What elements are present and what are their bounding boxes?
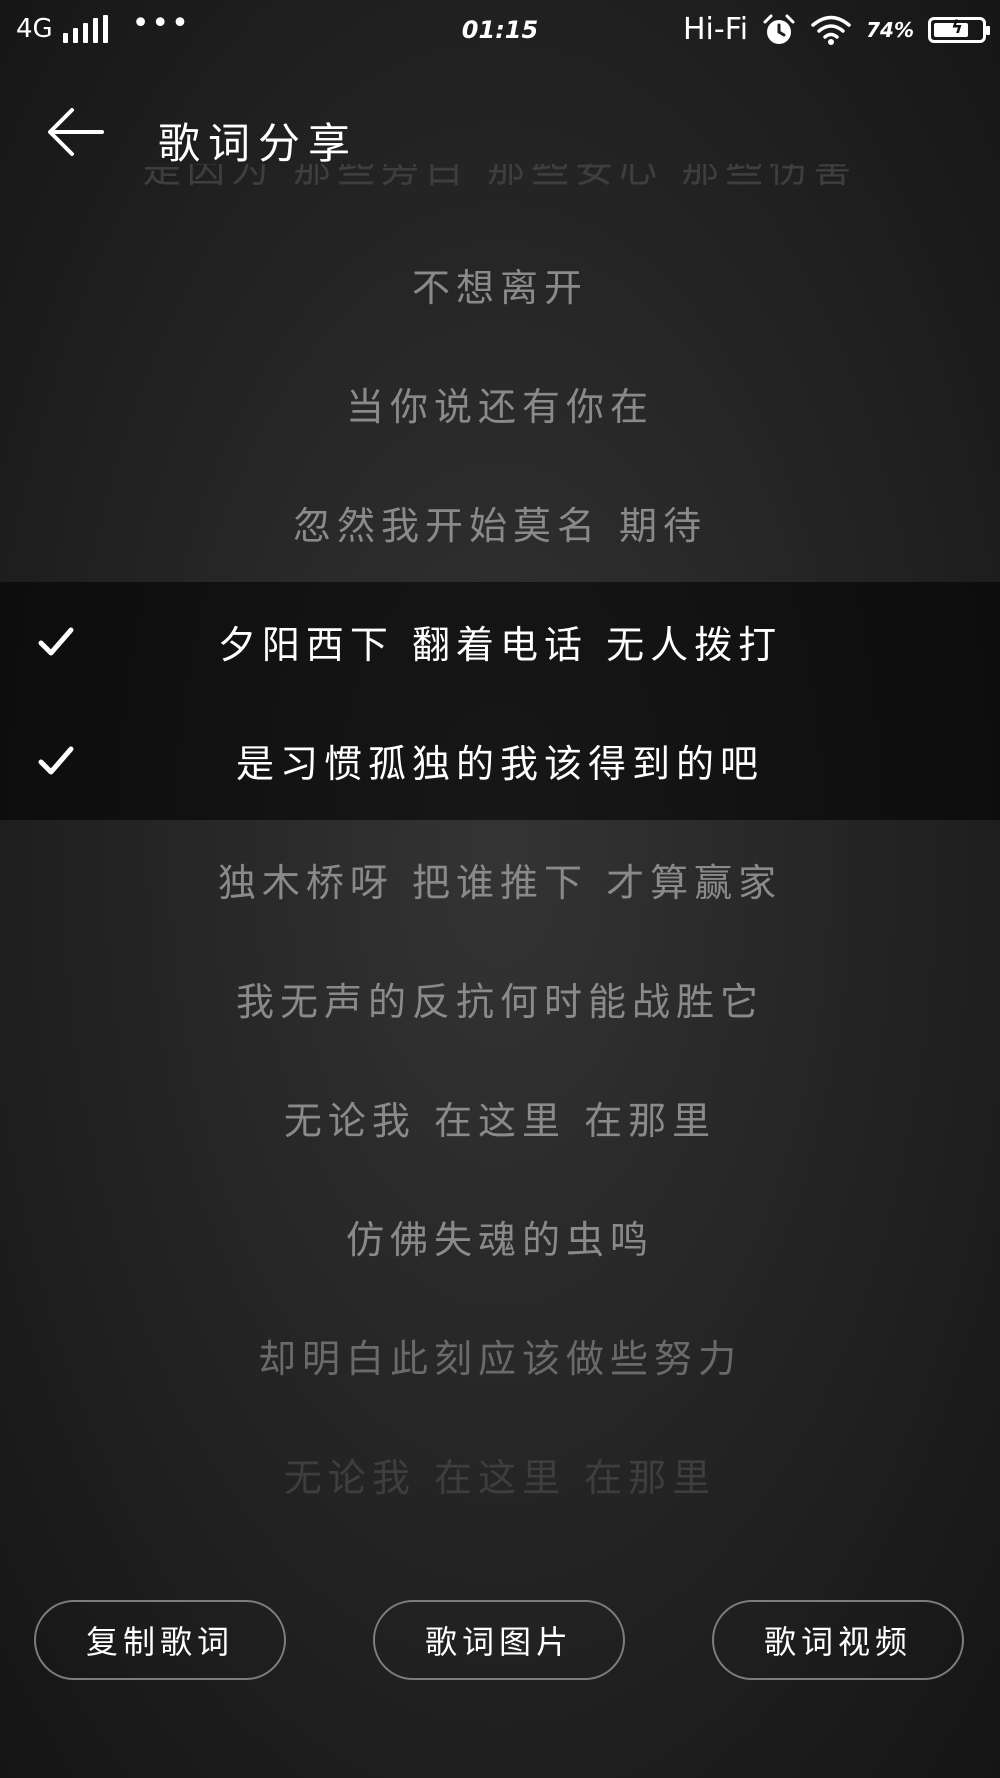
battery-percent: 74%	[866, 17, 914, 42]
lyric-line[interactable]: 却明白此刻应该做些努力	[0, 1296, 1000, 1415]
copy-lyrics-button[interactable]: 复制歌词	[34, 1600, 286, 1680]
status-right: Hi-Fi 74% ϟ	[682, 12, 990, 47]
lyric-text: 是因为 那些旁白 那些安心 那些伤害	[142, 164, 858, 191]
alarm-icon	[763, 14, 795, 44]
lyric-line[interactable]: 无论我 在这里 在那里	[0, 1415, 1000, 1534]
page-title: 歌词分享	[158, 119, 359, 168]
back-arrow-icon	[48, 108, 104, 156]
lyric-text: 不想离开	[411, 266, 588, 310]
lyric-text: 独木桥呀 把谁推下 才算赢家	[217, 861, 783, 905]
lyric-text: 我无声的反抗何时能战胜它	[235, 980, 764, 1024]
check-icon	[38, 746, 74, 775]
lyric-line[interactable]: 是习惯孤独的我该得到的吧	[0, 701, 1000, 820]
lyric-line[interactable]: 忽然我开始莫名 期待	[0, 463, 1000, 582]
status-bar: 4G ••• 01:15 Hi-Fi 74% ϟ	[0, 0, 1000, 64]
lyric-text: 是习惯孤独的我该得到的吧	[235, 742, 764, 786]
lyric-line[interactable]: 仿佛失魂的虫鸣	[0, 1177, 1000, 1296]
charging-bolt-icon: ϟ	[951, 16, 963, 38]
action-bar: 复制歌词 歌词图片 歌词视频	[0, 1600, 1000, 1684]
lyric-line[interactable]: 独木桥呀 把谁推下 才算赢家	[0, 820, 1000, 939]
lyric-line[interactable]: 不想离开	[0, 225, 1000, 344]
lyric-text: 无论我 在这里 在那里	[283, 1456, 717, 1500]
lyric-line[interactable]: 当你说还有你在	[0, 344, 1000, 463]
battery-icon: ϟ	[928, 16, 990, 43]
lyric-text: 夕阳西下 翻着电话 无人拨打	[217, 623, 783, 667]
back-button[interactable]	[42, 102, 112, 162]
check-icon	[38, 627, 74, 656]
wifi-icon	[811, 15, 851, 45]
hifi-label: Hi-Fi	[682, 12, 749, 47]
lyric-line[interactable]: 是因为 那些旁白 那些安心 那些伤害	[0, 164, 1000, 225]
lyrics-video-button[interactable]: 歌词视频	[712, 1600, 964, 1680]
lyric-text: 却明白此刻应该做些努力	[257, 1337, 742, 1381]
lyric-text: 无论我 在这里 在那里	[283, 1099, 717, 1143]
lyric-text: 当你说还有你在	[345, 385, 654, 429]
lyric-line[interactable]: 夕阳西下 翻着电话 无人拨打	[0, 582, 1000, 701]
lyric-text: 忽然我开始莫名 期待	[292, 504, 708, 548]
lyric-line[interactable]: 我无声的反抗何时能战胜它	[0, 939, 1000, 1058]
lyrics-list[interactable]: 是因为 那些旁白 那些安心 那些伤害不想离开当你说还有你在忽然我开始莫名 期待夕…	[0, 164, 1000, 1554]
lyrics-image-button[interactable]: 歌词图片	[373, 1600, 625, 1680]
lyric-text: 仿佛失魂的虫鸣	[345, 1218, 654, 1262]
lyric-line[interactable]: 无论我 在这里 在那里	[0, 1058, 1000, 1177]
